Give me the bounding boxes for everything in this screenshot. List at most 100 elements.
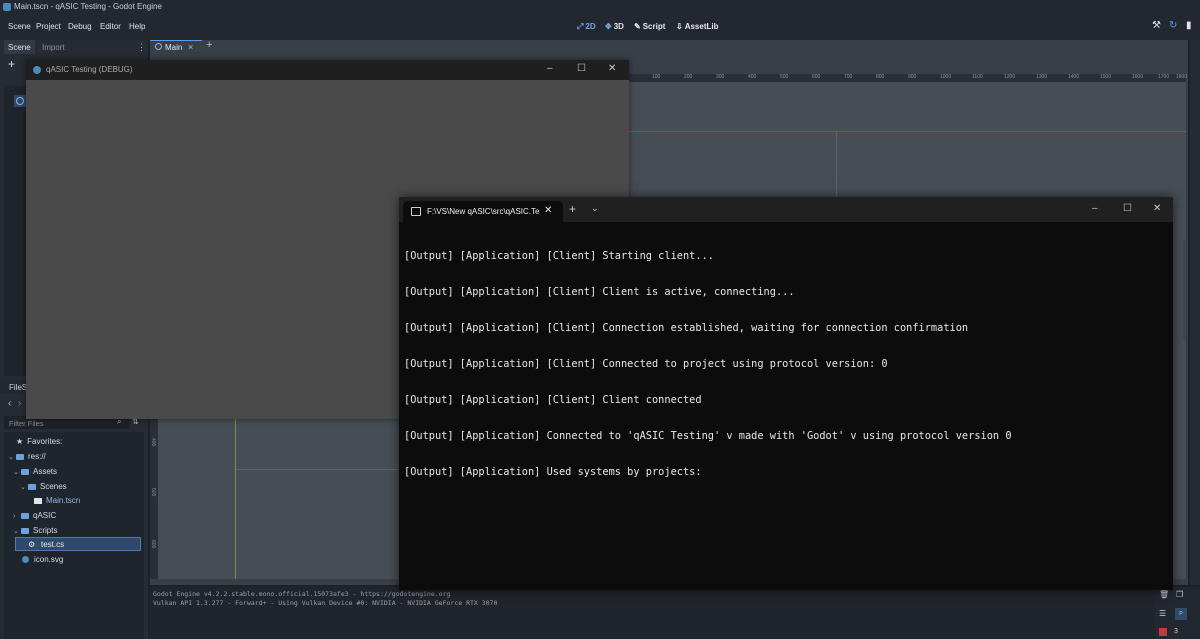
- godot-logo-icon: [33, 66, 41, 74]
- ruler-label: 900: [908, 74, 917, 80]
- filter-list-icon[interactable]: ☰: [1159, 609, 1166, 618]
- ruler-label: 600: [150, 540, 156, 549]
- ruler-label: 700: [844, 74, 853, 80]
- right-dock: [1190, 40, 1200, 585]
- maximize-icon[interactable]: ☐: [1123, 203, 1132, 214]
- workspace-3d-label: 3D: [613, 22, 624, 31]
- error-count: 3: [1174, 628, 1178, 635]
- folder-icon: [28, 484, 36, 490]
- node2d-icon: [155, 43, 162, 50]
- workspace-2d-button[interactable]: ⤢ 2D: [577, 22, 596, 32]
- trash-icon[interactable]: 🗑: [1159, 590, 1169, 599]
- workspace-2d-label: 2D: [585, 22, 596, 31]
- ruler-label: 800: [876, 74, 885, 80]
- ruler-top: 100 200 300 400 500 600 700 800 900 1000…: [628, 74, 1187, 82]
- ruler-label: 600: [812, 74, 821, 80]
- error-badge-icon[interactable]: [1159, 628, 1167, 636]
- menu-project[interactable]: Project: [36, 22, 61, 31]
- tree-item-test-cs[interactable]: ⚙ test.cs: [15, 537, 141, 551]
- scrollbar[interactable]: [1183, 240, 1186, 340]
- gear-icon: ⚙: [28, 540, 36, 549]
- terminal-line: [Output] [Application] Connected to 'qAS…: [404, 430, 1012, 442]
- tree-item-assets[interactable]: ⌄ Assets: [13, 467, 57, 481]
- folder-icon: [21, 469, 29, 475]
- workspace-3d-button[interactable]: ✥ 3D: [605, 22, 624, 31]
- output-toolbar: 🗑 ❐ ☰ ⌕ 3: [1155, 587, 1200, 639]
- close-icon[interactable]: ✕: [1153, 203, 1161, 214]
- copy-icon[interactable]: ❐: [1176, 590, 1183, 599]
- terminal-line: [Output] [Application] [Client] Client i…: [404, 286, 795, 298]
- dock-menu-icon[interactable]: ⋮: [137, 42, 146, 53]
- guide-line-red: [629, 131, 1186, 132]
- maximize-icon[interactable]: ☐: [577, 63, 586, 74]
- tree-item-scenes[interactable]: ⌄ Scenes: [20, 482, 67, 496]
- guide-line: [236, 469, 400, 470]
- ruler-label: 400: [150, 438, 156, 447]
- window-title: Main.tscn - qASIC Testing - Godot Engine: [14, 2, 162, 11]
- terminal-output: [Output] [Application] [Client] Starting…: [404, 226, 1169, 490]
- output-panel: Godot Engine v4.2.2.stable.mono.official…: [150, 587, 1155, 639]
- tree-item-main-tscn[interactable]: Main.tscn: [34, 496, 80, 510]
- ruler-left: 400 500 600: [150, 418, 158, 579]
- scene-root-node[interactable]: [14, 95, 26, 107]
- ruler-label: 1000: [940, 74, 952, 80]
- new-tab-icon[interactable]: +: [569, 202, 576, 216]
- ruler-label: 1100: [972, 74, 983, 80]
- back-icon[interactable]: ‹: [8, 398, 11, 409]
- tree-item-qasic[interactable]: › qASIC: [13, 511, 56, 525]
- tree-item-res[interactable]: ⌄ res://: [8, 452, 46, 466]
- close-icon[interactable]: ✕: [608, 63, 616, 74]
- tab-filesystem[interactable]: FileS: [9, 383, 27, 392]
- chevron-down-icon: ⌄: [8, 454, 14, 461]
- ruler-label: 1200: [1004, 74, 1016, 80]
- menu-debug[interactable]: Debug: [68, 22, 92, 31]
- workspace-script-button[interactable]: ✎ Script: [634, 22, 665, 31]
- reload-icon[interactable]: ↻: [1169, 20, 1177, 31]
- chevron-down-icon: ⌄: [13, 528, 19, 535]
- assets-label: Assets: [33, 467, 58, 476]
- game-window-title-bar[interactable]: qASIC Testing (DEBUG) – ☐ ✕: [26, 60, 629, 80]
- 2d-icon: ⤢: [577, 22, 584, 31]
- menu-scene[interactable]: Scene: [8, 22, 31, 31]
- assetlib-icon: ⇩: [676, 22, 683, 31]
- tab-scene[interactable]: Scene: [4, 40, 35, 54]
- workspace-assetlib-button[interactable]: ⇩ AssetLib: [676, 22, 719, 31]
- tree-item-favorites[interactable]: ★ Favorites:: [16, 437, 62, 451]
- scenes-label: Scenes: [40, 482, 67, 491]
- fullscreen-icon[interactable]: ▮: [1186, 20, 1192, 31]
- add-node-icon[interactable]: +: [8, 57, 15, 71]
- tab-import[interactable]: Import: [38, 40, 69, 54]
- guide-line: [836, 132, 837, 198]
- menu-help[interactable]: Help: [129, 22, 145, 31]
- ruler-label: 500: [780, 74, 789, 80]
- close-icon[interactable]: ×: [188, 42, 193, 52]
- search-icon[interactable]: ⌕: [1175, 608, 1187, 620]
- tab-main[interactable]: Main ×: [150, 40, 202, 54]
- chevron-down-icon[interactable]: ⌄: [591, 203, 599, 214]
- filter-files-placeholder: Filter Files: [9, 419, 44, 428]
- qasic-label: qASIC: [33, 511, 57, 520]
- menu-editor[interactable]: Editor: [100, 22, 121, 31]
- star-icon: ★: [16, 437, 24, 446]
- tab-main-label: Main: [165, 43, 183, 52]
- workspace-assetlib-label: AssetLib: [684, 22, 719, 31]
- close-icon[interactable]: ✕: [544, 205, 552, 216]
- hammer-icon[interactable]: ⚒: [1152, 20, 1161, 31]
- ruler-label: 200: [684, 74, 693, 80]
- ruler-label: 1700: [1158, 74, 1170, 80]
- terminal-line: [Output] [Application] [Client] Client c…: [404, 394, 702, 406]
- godot-logo-icon: [3, 3, 11, 11]
- minimize-icon[interactable]: –: [1092, 203, 1098, 214]
- add-tab-icon[interactable]: +: [206, 39, 212, 51]
- terminal-tab-title: F:\VS\New qASIC\src\qASIC.Te: [427, 207, 540, 216]
- folder-icon: [16, 454, 24, 460]
- ruler-label: 1400: [1068, 74, 1080, 80]
- folder-icon: [21, 513, 29, 519]
- minimize-icon[interactable]: –: [547, 63, 553, 74]
- tree-item-icon-svg[interactable]: icon.svg: [22, 555, 63, 569]
- forward-icon[interactable]: ›: [18, 398, 21, 409]
- terminal-tab[interactable]: F:\VS\New qASIC\src\qASIC.Te ✕: [403, 201, 563, 222]
- ruler-label: 1600: [1132, 74, 1144, 80]
- chevron-right-icon: ›: [13, 513, 16, 520]
- workspace-script-label: Script: [642, 22, 666, 31]
